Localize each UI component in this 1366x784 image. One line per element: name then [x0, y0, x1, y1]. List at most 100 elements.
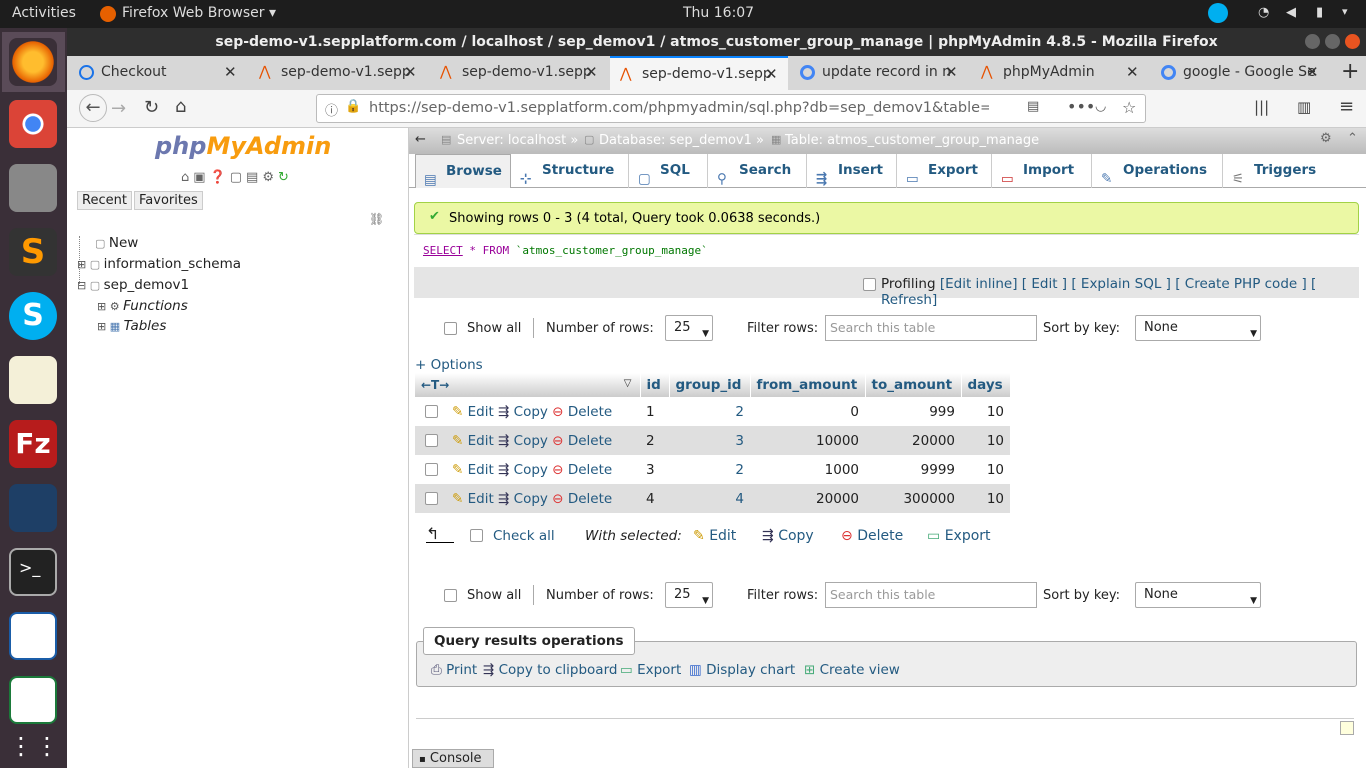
cell-from-amount[interactable]: 1000	[750, 455, 865, 484]
cell-days[interactable]: 10	[961, 426, 1010, 455]
pocket-icon[interactable]: ◡	[1095, 99, 1106, 114]
cell-group-id[interactable]: 3	[669, 426, 750, 455]
favorites-tab[interactable]: Favorites	[134, 191, 203, 210]
qro-copy-clipboard[interactable]: ⇶ Copy to clipboard	[483, 662, 617, 678]
battery-icon[interactable]: ▮	[1316, 5, 1323, 20]
bulk-delete-button[interactable]: ⊖ Delete	[841, 528, 903, 544]
power-menu-icon[interactable]: ▾	[1342, 5, 1348, 18]
edit-inline-link[interactable]: [Edit inline]	[940, 276, 1018, 292]
home-icon[interactable]: ⌂	[181, 170, 193, 185]
collapse-icon[interactable]: ⌃	[1347, 131, 1358, 146]
back-arrow-icon[interactable]: ←	[415, 132, 426, 147]
sort-by-key-select[interactable]: None ▼	[1135, 582, 1261, 608]
delete-row-link[interactable]: Delete	[568, 404, 612, 420]
forward-button[interactable]: →	[111, 98, 126, 119]
column-header-to-amount[interactable]: to_amount	[865, 373, 962, 397]
cell-to-amount[interactable]: 999	[865, 397, 961, 426]
close-tab-icon[interactable]: ✕	[1306, 56, 1319, 88]
show-all-checkbox[interactable]	[444, 589, 457, 602]
bulk-edit-button[interactable]: ✎ Edit	[693, 528, 736, 544]
qro-create-view[interactable]: ⊞ Create view	[804, 662, 900, 678]
tab-import[interactable]: ▭ Import	[993, 154, 1092, 188]
column-header-from-amount[interactable]: from_amount	[750, 373, 866, 397]
new-tab-button[interactable]: +	[1337, 56, 1365, 90]
resize-arrows-icon[interactable]: ←T→	[421, 378, 449, 392]
reader-view-icon[interactable]: ▤	[1027, 99, 1039, 114]
close-tab-icon[interactable]: ✕	[765, 58, 778, 90]
hamburger-menu-icon[interactable]: ≡	[1339, 96, 1354, 117]
close-tab-icon[interactable]: ✕	[404, 56, 417, 88]
sublime-icon[interactable]: S	[9, 228, 57, 276]
chrome-icon[interactable]	[9, 100, 57, 148]
cell-group-id[interactable]: 2	[669, 397, 750, 426]
cell-id[interactable]: 1	[640, 397, 669, 426]
profiling-checkbox[interactable]	[863, 278, 876, 291]
cell-to-amount[interactable]: 20000	[865, 426, 961, 455]
filezilla-icon[interactable]: Fz	[9, 420, 57, 468]
row-checkbox[interactable]	[425, 433, 438, 447]
cell-days[interactable]: 10	[961, 455, 1010, 484]
tree-sep-demov1[interactable]: ⊟ ▢ sep_demov1	[77, 277, 189, 293]
tab-structure[interactable]: ⊹ Structure	[512, 154, 629, 188]
files-icon[interactable]	[9, 164, 57, 212]
column-header-id[interactable]: id	[640, 373, 670, 397]
maximize-button[interactable]	[1325, 34, 1340, 49]
delete-row-link[interactable]: Delete	[568, 491, 612, 507]
delete-row-link[interactable]: Delete	[568, 462, 612, 478]
cell-to-amount[interactable]: 9999	[865, 455, 961, 484]
settings-icon[interactable]: ⚙	[262, 170, 278, 185]
cell-days[interactable]: 10	[961, 484, 1010, 513]
link-collapse-icon[interactable]: ⛓	[369, 212, 384, 226]
filter-rows-input[interactable]: Search this table	[825, 315, 1037, 341]
explain-sql-link[interactable]: [ Explain SQL ]	[1071, 276, 1171, 292]
qro-print[interactable]: ⎙ Print	[431, 662, 477, 678]
docs-icon[interactable]: ▢	[230, 170, 246, 185]
app-grid-icon[interactable]: ⋮⋮	[9, 734, 59, 784]
sort-by-key-select[interactable]: None ▼	[1135, 315, 1261, 341]
info-icon[interactable]: ⓘ	[325, 100, 338, 119]
network-icon[interactable]: ◔	[1258, 5, 1269, 20]
pma-logo[interactable]: phpMyAdmin	[155, 132, 331, 160]
tab-export[interactable]: ▭ Export	[898, 154, 992, 188]
check-all-label[interactable]: Check all	[493, 528, 555, 544]
tab-sep-demo-2[interactable]: ⋀ sep-demo-v1.sepp ✕	[430, 56, 608, 90]
logout-icon[interactable]: ▣	[193, 170, 209, 185]
skype-icon[interactable]: S	[9, 292, 57, 340]
recent-tab[interactable]: Recent	[77, 191, 132, 210]
activities-button[interactable]: Activities	[12, 5, 76, 21]
copy-row-link[interactable]: Copy	[514, 462, 548, 478]
clock[interactable]: Thu 16:07	[683, 5, 754, 21]
tab-sep-demo-active[interactable]: ⋀ sep-demo-v1.sepp ✕	[610, 56, 788, 90]
close-tab-icon[interactable]: ✕	[945, 56, 958, 88]
expand-plus-icon[interactable]: ⊞	[77, 258, 90, 271]
cell-group-id[interactable]: 2	[669, 455, 750, 484]
tab-phpmyadmin[interactable]: ⋀ phpMyAdmin ✕	[971, 56, 1149, 90]
cell-to-amount[interactable]: 300000	[865, 484, 961, 513]
expand-plus-icon[interactable]: ⊞	[97, 300, 110, 313]
firefox-icon[interactable]	[9, 38, 57, 86]
copy-row-link[interactable]: Copy	[514, 433, 548, 449]
calc-icon[interactable]	[9, 676, 57, 724]
number-of-rows-select[interactable]: 25 ▼	[665, 582, 713, 608]
edit-row-link[interactable]: Edit	[468, 404, 494, 420]
volume-icon[interactable]: ◀	[1286, 5, 1296, 20]
cell-from-amount[interactable]: 10000	[750, 426, 865, 455]
tab-update-record[interactable]: update record in n ✕	[790, 56, 968, 90]
qro-export[interactable]: ▭ Export	[620, 662, 681, 678]
url-text[interactable]: https://sep-demo-v1.sepplatform.com/phpm…	[369, 100, 989, 116]
edit-row-link[interactable]: Edit	[468, 491, 494, 507]
copy-row-link[interactable]: Copy	[514, 491, 548, 507]
mysql-workbench-icon[interactable]	[9, 484, 57, 532]
tab-operations[interactable]: ✎ Operations	[1093, 154, 1223, 188]
qro-display-chart[interactable]: ▥ Display chart	[689, 662, 795, 678]
row-checkbox[interactable]	[425, 462, 438, 476]
text-editor-icon[interactable]	[9, 356, 57, 404]
url-bar[interactable]: ⓘ 🔒 https://sep-demo-v1.sepplatform.com/…	[316, 94, 1146, 123]
sql-doc-icon[interactable]: ▤	[246, 170, 262, 185]
tab-sep-demo-1[interactable]: ⋀ sep-demo-v1.sepp ✕	[249, 56, 427, 90]
writer-icon[interactable]	[9, 612, 57, 660]
edit-row-link[interactable]: Edit	[468, 433, 494, 449]
delete-row-link[interactable]: Delete	[568, 433, 612, 449]
console-toggle[interactable]: ▪ Console	[412, 749, 494, 768]
sidebar-icon[interactable]: ▥	[1297, 98, 1311, 116]
